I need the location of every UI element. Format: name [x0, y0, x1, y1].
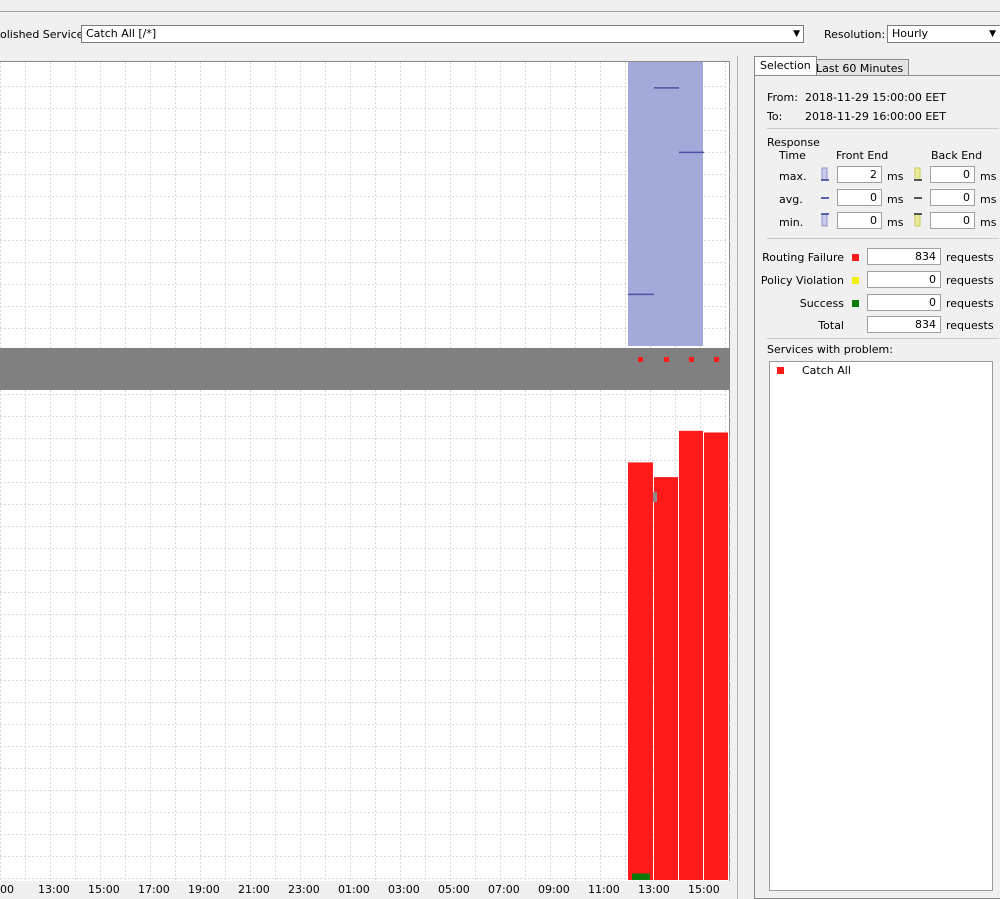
success-swatch: [852, 300, 859, 307]
x-tick-label: 01:00: [338, 883, 370, 896]
to-label: To:: [767, 110, 783, 123]
max-back-end-field[interactable]: 0: [930, 166, 975, 183]
avg-front-icon: [821, 197, 829, 199]
chart-svg: [0, 62, 730, 882]
x-tick-label: 03:00: [388, 883, 420, 896]
ms-unit: ms: [980, 216, 997, 229]
routing-failure-field[interactable]: 834: [867, 248, 941, 265]
x-tick-label: 00: [0, 883, 14, 896]
x-tick-label: 07:00: [488, 883, 520, 896]
avg-back-end-field[interactable]: 0: [930, 189, 975, 206]
success-field[interactable]: 0: [867, 294, 941, 311]
chevron-down-icon: ▼: [793, 29, 800, 39]
min-back-end-field[interactable]: 0: [930, 212, 975, 229]
routing-failure-swatch: [852, 254, 859, 261]
max-front-end-field[interactable]: 2: [837, 166, 882, 183]
published-service-label: olished Service:: [0, 28, 88, 41]
tab-selection[interactable]: Selection: [754, 56, 817, 76]
min-front-end-field[interactable]: 0: [837, 212, 882, 229]
requests-unit: requests: [946, 297, 994, 310]
ms-unit: ms: [887, 216, 904, 229]
total-field[interactable]: 834: [867, 316, 941, 333]
selection-highlight: [628, 62, 703, 346]
back-end-label: Back End: [931, 149, 983, 162]
to-value: 2018-11-29 16:00:00 EET: [805, 110, 946, 123]
min-back-icon: [914, 213, 922, 227]
chart-area[interactable]: [0, 61, 730, 882]
x-tick-label: 21:00: [238, 883, 270, 896]
resolution-label: Resolution:: [824, 28, 886, 41]
x-tick-label: 05:00: [438, 883, 470, 896]
x-tick-label: 09:00: [538, 883, 570, 896]
response-label: Response: [767, 136, 820, 149]
x-axis: 00 13:00 15:00 17:00 19:00 21:00 23:00 01:00 03:…: [0, 880, 740, 899]
policy-violation-label: Policy Violation: [760, 274, 844, 287]
divider-mark: [653, 492, 657, 502]
routing-failure-bar: [654, 477, 678, 880]
panel-splitter[interactable]: [737, 56, 738, 899]
resolution-combo[interactable]: Hourly ▼: [887, 25, 1000, 43]
ms-unit: ms: [887, 193, 904, 206]
x-tick-label: 11:00: [588, 883, 620, 896]
status-dot: [638, 357, 643, 362]
separator: [767, 338, 999, 339]
chart-grid: [0, 62, 730, 882]
requests-unit: requests: [946, 319, 994, 332]
selection-panel: From: 2018-11-29 15:00:00 EET To: 2018-1…: [754, 75, 1000, 899]
from-label: From:: [767, 91, 798, 104]
from-value: 2018-11-29 15:00:00 EET: [805, 91, 946, 104]
status-dot: [689, 357, 694, 362]
routing-failure-bar: [679, 430, 703, 880]
max-label: max.: [779, 170, 807, 183]
separator: [767, 128, 999, 129]
max-back-icon: [914, 167, 922, 181]
x-tick-label: 17:00: [138, 883, 170, 896]
status-dot: [714, 357, 719, 362]
x-tick-label: 15:00: [688, 883, 720, 896]
services-with-problem-label: Services with problem:: [767, 343, 893, 356]
x-tick-label: 19:00: [188, 883, 220, 896]
avg-label: avg.: [779, 193, 803, 206]
max-front-icon: [821, 167, 829, 181]
time-label: Time: [779, 149, 806, 162]
request-bars: [628, 430, 728, 880]
published-service-value: Catch All [/*]: [86, 27, 157, 40]
x-tick-label: 15:00: [88, 883, 120, 896]
chevron-down-icon: ▼: [989, 29, 996, 39]
ms-unit: ms: [980, 170, 997, 183]
routing-failure-label: Routing Failure: [762, 251, 844, 264]
x-tick-label: 23:00: [288, 883, 320, 896]
avg-front-end-field[interactable]: 0: [837, 189, 882, 206]
policy-violation-field[interactable]: 0: [867, 271, 941, 288]
separator: [767, 238, 999, 239]
routing-failure-bar: [628, 462, 653, 880]
min-label: min.: [779, 216, 804, 229]
services-list[interactable]: Catch All: [769, 361, 993, 891]
avg-back-icon: [914, 197, 922, 199]
details-panel: Last 60 Minutes Selection From: 2018-11-…: [754, 56, 1000, 899]
routing-failure-bar: [704, 432, 728, 880]
status-band: [0, 348, 730, 390]
requests-unit: requests: [946, 251, 994, 264]
top-divider: [0, 11, 1000, 12]
x-tick-label: 13:00: [38, 883, 70, 896]
success-label: Success: [799, 297, 844, 310]
published-service-combo[interactable]: Catch All [/*] ▼: [81, 25, 804, 43]
status-dot: [664, 357, 669, 362]
front-end-label: Front End: [836, 149, 889, 162]
min-front-icon: [821, 213, 829, 227]
routing-failure-swatch: [777, 367, 784, 374]
list-item[interactable]: Catch All: [802, 364, 851, 377]
x-tick-label: 13:00: [638, 883, 670, 896]
policy-violation-swatch: [852, 277, 859, 284]
ms-unit: ms: [887, 170, 904, 183]
requests-unit: requests: [946, 274, 994, 287]
ms-unit: ms: [980, 193, 997, 206]
total-label: Total: [818, 319, 844, 332]
resolution-value: Hourly: [892, 27, 929, 40]
